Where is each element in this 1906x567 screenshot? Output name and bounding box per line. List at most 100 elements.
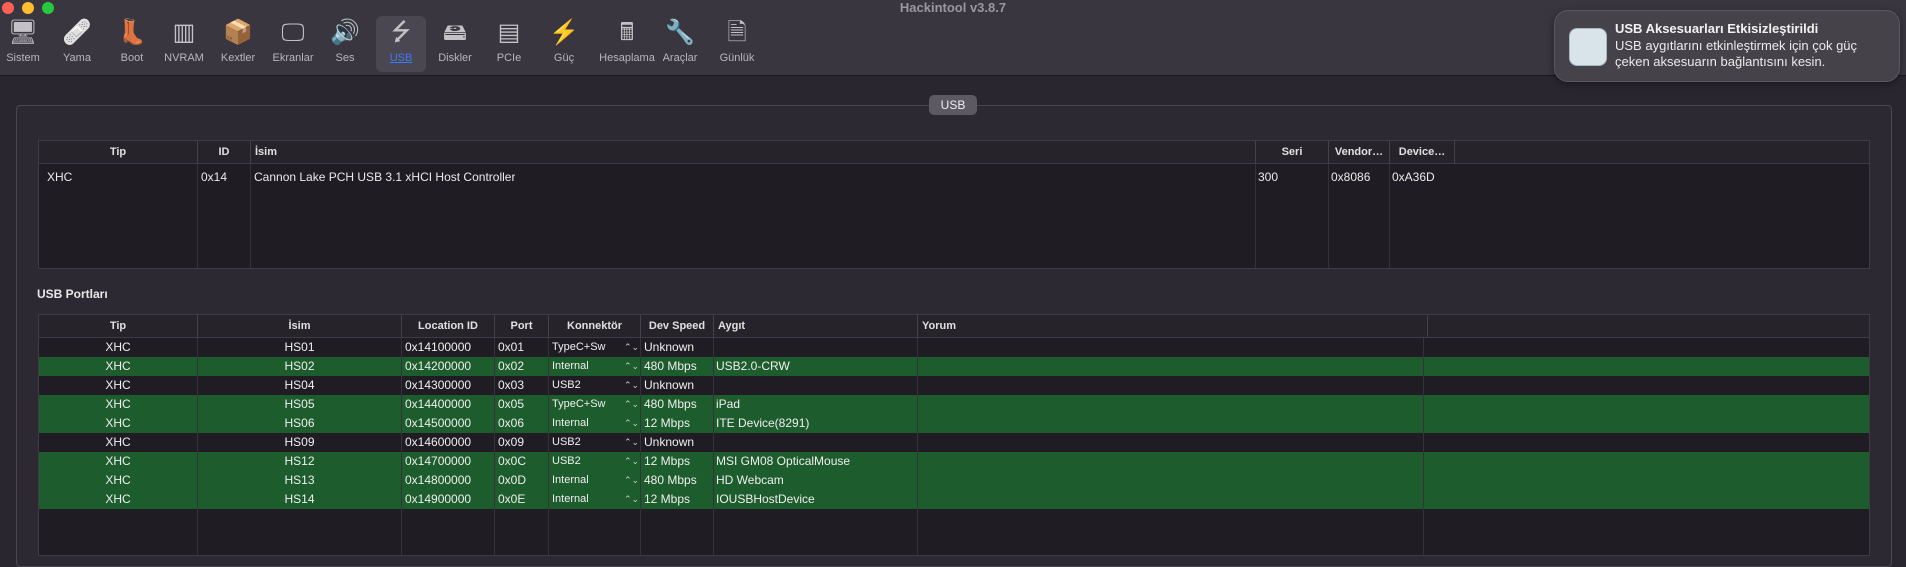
toolbar-item-ses[interactable]: 🔊 Ses <box>322 16 368 72</box>
toolbar-item-araçlar[interactable]: 🔧 Araçlar <box>654 16 706 72</box>
port-dev-speed: Unknown <box>644 435 695 449</box>
connector-select-chevron-icon[interactable]: ⌃⌄ <box>624 471 639 490</box>
table-row[interactable]: XHC HS13 0x14800000 0x0D Internal 480 Mbps HD … <box>39 471 1869 490</box>
toolbar-item-label: PCIe <box>496 52 522 64</box>
col-header-isim[interactable]: İsim <box>198 315 402 337</box>
port-name: HS05 <box>284 397 315 411</box>
table-row[interactable]: XHC HS14 0x14900000 0x0E Internal 12 Mbps IOUS… <box>39 490 1869 509</box>
connector-select-chevron-icon[interactable]: ⌃⌄ <box>624 414 639 433</box>
col-header-tip[interactable]: Tip <box>39 315 198 337</box>
port-tip: XHC <box>105 435 131 449</box>
port-location-id: 0x14200000 <box>405 359 472 373</box>
port-connector[interactable]: USB2 <box>552 452 622 471</box>
table-row[interactable]: XHC HS05 0x14400000 0x05 TypeC+Sw 480 Mbps iPa… <box>39 395 1869 414</box>
connector-select-chevron-icon[interactable]: ⌃⌄ <box>624 452 639 471</box>
connector-select-chevron-icon[interactable]: ⌃⌄ <box>624 338 639 357</box>
controller-tip: XHC <box>47 170 73 184</box>
toolbar-item-nvram[interactable]: ▥ NVRAM <box>158 16 210 72</box>
port-dev-speed: Unknown <box>644 340 695 354</box>
port-dev-speed: Unknown <box>644 378 695 392</box>
connector-select-chevron-icon[interactable]: ⌃⌄ <box>624 395 639 414</box>
toolbar-item-label: NVRAM <box>164 52 204 64</box>
toolbar-item-güç[interactable]: ⚡ Güç <box>538 16 590 72</box>
ports-table-body: XHC HS01 0x14100000 0x01 TypeC+Sw Unknown ⌃⌄ XH… <box>39 338 1869 555</box>
port-number: 0x0C <box>498 454 527 468</box>
notification-title: USB Aksesuarları Etkisizleştirildi <box>1615 21 1819 36</box>
port-device: IOUSBHostDevice <box>716 492 815 506</box>
toolbar-item-hesaplama[interactable]: 🖩 Hesaplama <box>596 16 658 72</box>
port-device <box>716 338 916 357</box>
memory-icon: ▥ <box>172 19 196 46</box>
toolbar-item-günlük[interactable]: 🗎 Günlük <box>710 16 764 72</box>
toolbar-item-ekranlar[interactable]: 🖵 Ekranlar <box>266 16 320 72</box>
table-row[interactable]: XHC HS09 0x14600000 0x09 USB2 Unknown ⌃⌄ <box>39 433 1869 452</box>
port-connector[interactable]: TypeC+Sw <box>552 338 622 357</box>
column-divider <box>197 338 198 555</box>
port-name: HS12 <box>284 454 315 468</box>
toolbar-item-boot[interactable]: 👢 Boot <box>108 16 156 72</box>
port-dev-speed: 12 Mbps <box>644 416 691 430</box>
port-location-id: 0x14700000 <box>405 454 472 468</box>
port-tip: XHC <box>105 416 131 430</box>
col-header-device[interactable]: Device… <box>1390 141 1455 163</box>
connector-select-chevron-icon[interactable]: ⌃⌄ <box>624 357 639 376</box>
port-device: HD Webcam <box>716 473 784 487</box>
toolbar-item-label: Araçlar <box>662 52 698 64</box>
port-number: 0x09 <box>498 435 525 449</box>
port-dev-speed: 480 Mbps <box>644 397 697 411</box>
table-row[interactable]: XHC HS04 0x14300000 0x03 USB2 Unknown ⌃⌄ <box>39 376 1869 395</box>
connector-select-chevron-icon[interactable]: ⌃⌄ <box>624 433 639 452</box>
box-icon: 📦 <box>223 19 253 46</box>
table-row[interactable]: XHC HS06 0x14500000 0x06 Internal 12 Mbps ITE … <box>39 414 1869 433</box>
wrench-icon: 🔧 <box>665 19 695 46</box>
connector-select-chevron-icon[interactable]: ⌃⌄ <box>624 490 639 509</box>
toolbar-item-usb[interactable]: ⭍ USB <box>376 16 426 72</box>
port-location-id: 0x14900000 <box>405 492 472 506</box>
port-dev-speed: 480 Mbps <box>644 359 697 373</box>
col-header-tip[interactable]: Tip <box>39 141 198 163</box>
port-connector[interactable]: Internal <box>552 357 622 376</box>
table-row[interactable]: XHC HS02 0x14200000 0x02 Internal 480 Mbps USB… <box>39 357 1869 376</box>
column-divider <box>1389 164 1390 268</box>
toolbar-item-label: Hesaplama <box>599 52 655 64</box>
computer-icon: 🖥 <box>7 19 39 46</box>
toolbar-item-pcie[interactable]: ▤ PCIe <box>486 16 532 72</box>
port-connector[interactable]: Internal <box>552 490 622 509</box>
port-number: 0x03 <box>498 378 525 392</box>
port-connector[interactable]: TypeC+Sw <box>552 395 622 414</box>
port-connector[interactable]: Internal <box>552 471 622 490</box>
port-device: MSI GM08 OpticalMouse <box>716 454 851 468</box>
toolbar-item-yama[interactable]: 🩹 Yama <box>52 16 102 72</box>
column-divider <box>1328 164 1329 268</box>
toolbar-item-label: Günlük <box>719 52 755 64</box>
port-name: HS13 <box>284 473 315 487</box>
port-connector[interactable]: USB2 <box>552 376 622 395</box>
col-header-id[interactable]: ID <box>198 141 251 163</box>
controller-name: Cannon Lake PCH USB 3.1 xHCI Host Contro… <box>254 170 516 184</box>
col-header-vendor[interactable]: Vendor… <box>1329 141 1390 163</box>
usb-ports-table[interactable]: Tip İsim Location ID Port Konnektör Dev … <box>38 314 1870 556</box>
port-device: USB2.0-CRW <box>716 359 790 373</box>
col-header-konnektor[interactable]: Konnektör <box>549 315 641 337</box>
col-header-speed[interactable]: Dev Speed <box>641 315 714 337</box>
col-header-yorum[interactable]: Yorum <box>918 315 1428 337</box>
port-tip: XHC <box>105 378 131 392</box>
table-row[interactable]: XHC HS12 0x14700000 0x0C USB2 12 Mbps MSI GM08… <box>39 452 1869 471</box>
connector-select-chevron-icon[interactable]: ⌃⌄ <box>624 376 639 395</box>
column-divider <box>640 338 641 555</box>
controllers-table[interactable]: Tip ID İsim Seri Vendor… Device… XHC 0x1… <box>38 140 1870 269</box>
col-header-location[interactable]: Location ID <box>402 315 495 337</box>
toolbar-item-diskler[interactable]: 🖴 Diskler <box>430 16 480 72</box>
toolbar-item-kextler[interactable]: 📦 Kextler <box>214 16 262 72</box>
toolbar-item-sistem[interactable]: 🖥 Sistem <box>0 16 46 72</box>
col-header-port[interactable]: Port <box>495 315 549 337</box>
notification-banner[interactable]: USB Aksesuarları Etkisizleştirildi USB a… <box>1554 10 1900 82</box>
port-connector[interactable]: USB2 <box>552 433 622 452</box>
port-name: HS09 <box>284 435 315 449</box>
col-header-aygit[interactable]: Aygıt <box>714 315 918 337</box>
col-header-isim[interactable]: İsim <box>251 141 1256 163</box>
table-row[interactable]: XHC HS01 0x14100000 0x01 TypeC+Sw Unknown ⌃⌄ <box>39 338 1869 357</box>
col-header-seri[interactable]: Seri <box>1256 141 1329 163</box>
toolbar-item-label: Sistem <box>6 52 40 64</box>
port-connector[interactable]: Internal <box>552 414 622 433</box>
